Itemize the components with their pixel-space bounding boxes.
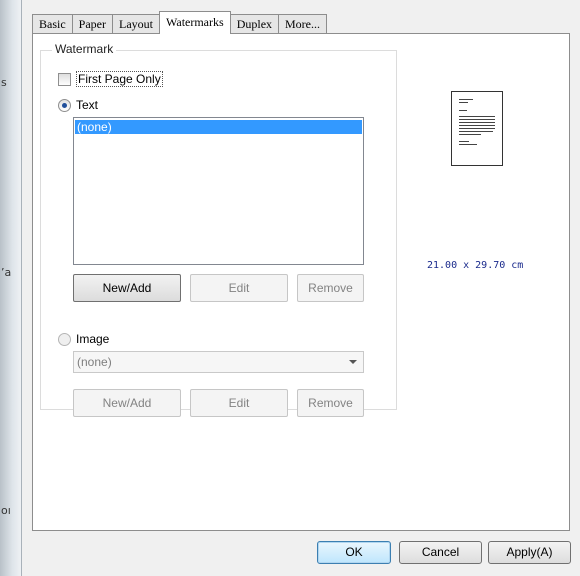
tab-basic[interactable]: Basic bbox=[32, 14, 73, 34]
text-edit-button[interactable]: Edit bbox=[190, 274, 288, 302]
text-radio-label[interactable]: Text bbox=[76, 98, 98, 112]
paper-size-readout: 21.00 x 29.70 cm bbox=[427, 260, 524, 271]
text-radio-button[interactable] bbox=[58, 98, 71, 112]
text-new-add-button[interactable]: New/Add bbox=[73, 274, 181, 302]
tab-more[interactable]: More... bbox=[278, 14, 328, 34]
image-new-add-button[interactable]: New/Add bbox=[73, 389, 181, 417]
image-edit-button[interactable]: Edit bbox=[190, 389, 288, 417]
image-radio-button[interactable] bbox=[58, 332, 71, 346]
text-remove-button[interactable]: Remove bbox=[297, 274, 364, 302]
first-page-only-checkbox[interactable] bbox=[58, 72, 71, 86]
background-text-fragment: oı bbox=[1, 504, 11, 517]
tab-bar: Basic Paper Layout Watermarks Duplex Mor… bbox=[32, 11, 328, 34]
text-watermark-option[interactable]: Text bbox=[58, 98, 98, 112]
background-window-edge: s ’a oı bbox=[0, 0, 22, 576]
page-preview-thumbnail bbox=[451, 91, 503, 166]
first-page-only-label[interactable]: First Page Only bbox=[76, 71, 163, 87]
image-dropdown-value: (none) bbox=[77, 355, 112, 369]
watermark-group-title: Watermark bbox=[52, 42, 117, 56]
first-page-only-option[interactable]: First Page Only bbox=[58, 71, 163, 87]
background-text-fragment: s bbox=[1, 76, 7, 89]
image-watermark-option[interactable]: Image bbox=[58, 332, 109, 346]
apply-button[interactable]: Apply(A) bbox=[488, 541, 571, 564]
ok-button[interactable]: OK bbox=[317, 541, 391, 564]
tab-paper[interactable]: Paper bbox=[71, 14, 113, 34]
image-radio-label[interactable]: Image bbox=[76, 332, 109, 346]
list-item[interactable]: (none) bbox=[75, 120, 362, 134]
tab-watermarks[interactable]: Watermarks bbox=[159, 11, 231, 34]
image-watermark-dropdown[interactable]: (none) bbox=[73, 351, 364, 373]
tab-duplex[interactable]: Duplex bbox=[229, 14, 280, 34]
tab-layout[interactable]: Layout bbox=[112, 14, 160, 34]
cancel-button[interactable]: Cancel bbox=[399, 541, 482, 564]
watermark-group: Watermark First Page Only Text (none) Ne… bbox=[40, 42, 397, 417]
chevron-down-icon bbox=[349, 360, 357, 364]
background-text-fragment: ’a bbox=[1, 266, 12, 279]
image-remove-button[interactable]: Remove bbox=[297, 389, 364, 417]
printer-properties-dialog: Basic Paper Layout Watermarks Duplex Mor… bbox=[22, 0, 580, 576]
text-watermark-list[interactable]: (none) bbox=[73, 117, 364, 265]
watermarks-tab-page: Watermark First Page Only Text (none) Ne… bbox=[32, 33, 570, 531]
